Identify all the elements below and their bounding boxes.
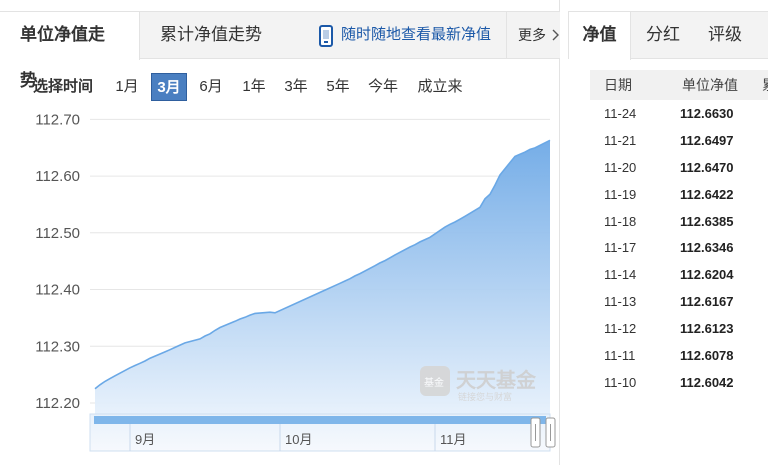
row-unit-nav: 112.6123 — [680, 321, 734, 337]
table-row: 11-19 112.6422 — [590, 182, 768, 209]
row-unit-nav: 112.6204 — [680, 267, 734, 283]
range-1y[interactable]: 1年 — [237, 73, 271, 101]
table-row: 11-20 112.6470 — [590, 155, 768, 182]
row-unit-nav: 112.6385 — [680, 213, 734, 229]
table-row: 11-10 112.6042 — [590, 370, 768, 397]
nav-chart-panel: 单位净值走势 累计净值走势 随时随地查看最新净值 更多 选择时间 1月 3月 6… — [0, 0, 560, 465]
table-row: 11-24 112.6630 — [590, 101, 768, 128]
row-unit-nav: 112.6167 — [680, 294, 734, 310]
history-tabs: 净值 分红 评级 — [568, 11, 768, 60]
table-row: 11-14 112.6204 — [590, 262, 768, 289]
y-tick-label: 112.60 — [35, 168, 80, 185]
watermark-title: 天天基金 — [456, 368, 537, 392]
table-row: 11-12 112.6123 — [590, 316, 768, 343]
y-tick-label: 112.40 — [35, 282, 80, 299]
row-date: 11-21 — [604, 132, 637, 148]
nav-history-panel: 净值 分红 评级 日期 单位净值 累 11-24 112.6630 11-21 112… — [568, 0, 768, 465]
watermark-subtitle: 链接您与财富 — [458, 391, 512, 403]
y-tick-label: 112.50 — [35, 225, 80, 242]
range-ytd[interactable]: 今年 — [364, 73, 402, 101]
range-label: 选择时间 — [33, 78, 94, 95]
nav-history-table: 日期 单位净值 累 11-24112.663011-21112.649711-2… — [590, 70, 768, 397]
row-unit-nav: 112.6470 — [680, 159, 734, 175]
row-unit-nav: 112.6042 — [680, 374, 734, 390]
y-tick-label: 112.30 — [35, 338, 80, 355]
row-date: 11-20 — [604, 159, 637, 175]
row-date: 11-12 — [604, 321, 637, 337]
table-row: 11-11 112.6078 — [590, 343, 768, 370]
watermark-badge: 基金 — [424, 376, 444, 389]
x-tick-label: 10月 — [285, 432, 312, 447]
tab-dividend[interactable]: 分红 — [633, 12, 693, 59]
range-navigator[interactable]: 9月 10月 11月 — [89, 413, 556, 452]
range-since-inception[interactable]: 成立来 — [414, 73, 466, 101]
table-row: 11-18 112.6385 — [590, 209, 768, 236]
header-cumulative: 累 — [762, 70, 768, 100]
tab-cumulative-nav[interactable]: 累计净值走势 — [140, 12, 290, 59]
chart-tabs: 单位净值走势 累计净值走势 随时随地查看最新净值 更多 — [0, 11, 560, 90]
row-unit-nav: 112.6078 — [680, 348, 734, 364]
range-5y[interactable]: 5年 — [321, 73, 355, 101]
time-range-selector: 选择时间 1月 3月 6月 1年 3年 5年 今年 成立来 — [0, 73, 560, 101]
x-tick-label: 9月 — [135, 432, 155, 447]
x-tick-label: 11月 — [440, 432, 467, 447]
nav-area-chart[interactable]: 112.70112.60112.50112.40112.30112.20 基金 … — [0, 108, 560, 465]
chevron-right-icon — [552, 29, 559, 41]
row-date: 11-11 — [604, 348, 636, 364]
table-row: 11-17 112.6346 — [590, 235, 768, 262]
row-unit-nav: 112.6497 — [680, 132, 734, 148]
range-6m[interactable]: 6月 — [194, 73, 228, 101]
table-body: 11-24 112.6630 11-21 112.6497 11-20 112.6470 1… — [590, 100, 768, 397]
row-unit-nav: 112.6346 — [680, 240, 734, 256]
row-unit-nav: 112.6422 — [680, 186, 734, 202]
header-unit-nav: 单位净值 — [682, 77, 738, 93]
y-tick-label: 112.70 — [35, 111, 80, 128]
phone-icon — [319, 25, 333, 47]
row-unit-nav: 112.6630 — [680, 106, 734, 121]
header-date: 日期 — [604, 77, 632, 93]
tab-rating[interactable]: 评级 — [695, 12, 755, 59]
row-date: 11-24 — [604, 106, 637, 121]
table-row: 11-21 112.6497 — [590, 128, 768, 155]
row-date: 11-14 — [604, 267, 637, 283]
row-date: 11-18 — [604, 213, 637, 229]
range-3y[interactable]: 3年 — [279, 73, 313, 101]
row-date: 11-10 — [604, 374, 637, 390]
mobile-promo-text: 随时随地查看最新净值 — [341, 26, 492, 43]
tab-nav[interactable]: 净值 — [569, 12, 631, 60]
table-header: 日期 单位净值 累 — [590, 70, 768, 100]
row-date: 11-17 — [604, 240, 637, 256]
row-date: 11-19 — [604, 186, 637, 202]
range-1m[interactable]: 1月 — [110, 73, 144, 101]
row-date: 11-13 — [604, 294, 637, 310]
navigator-mini-series — [94, 416, 546, 424]
range-3m[interactable]: 3月 — [151, 73, 187, 101]
more-link[interactable]: 更多 — [506, 12, 560, 59]
table-row: 11-13 112.6167 — [590, 289, 768, 316]
y-tick-label: 112.20 — [35, 395, 80, 412]
tab-unit-nav[interactable]: 单位净值走势 — [0, 12, 140, 90]
more-label: 更多 — [518, 27, 546, 43]
